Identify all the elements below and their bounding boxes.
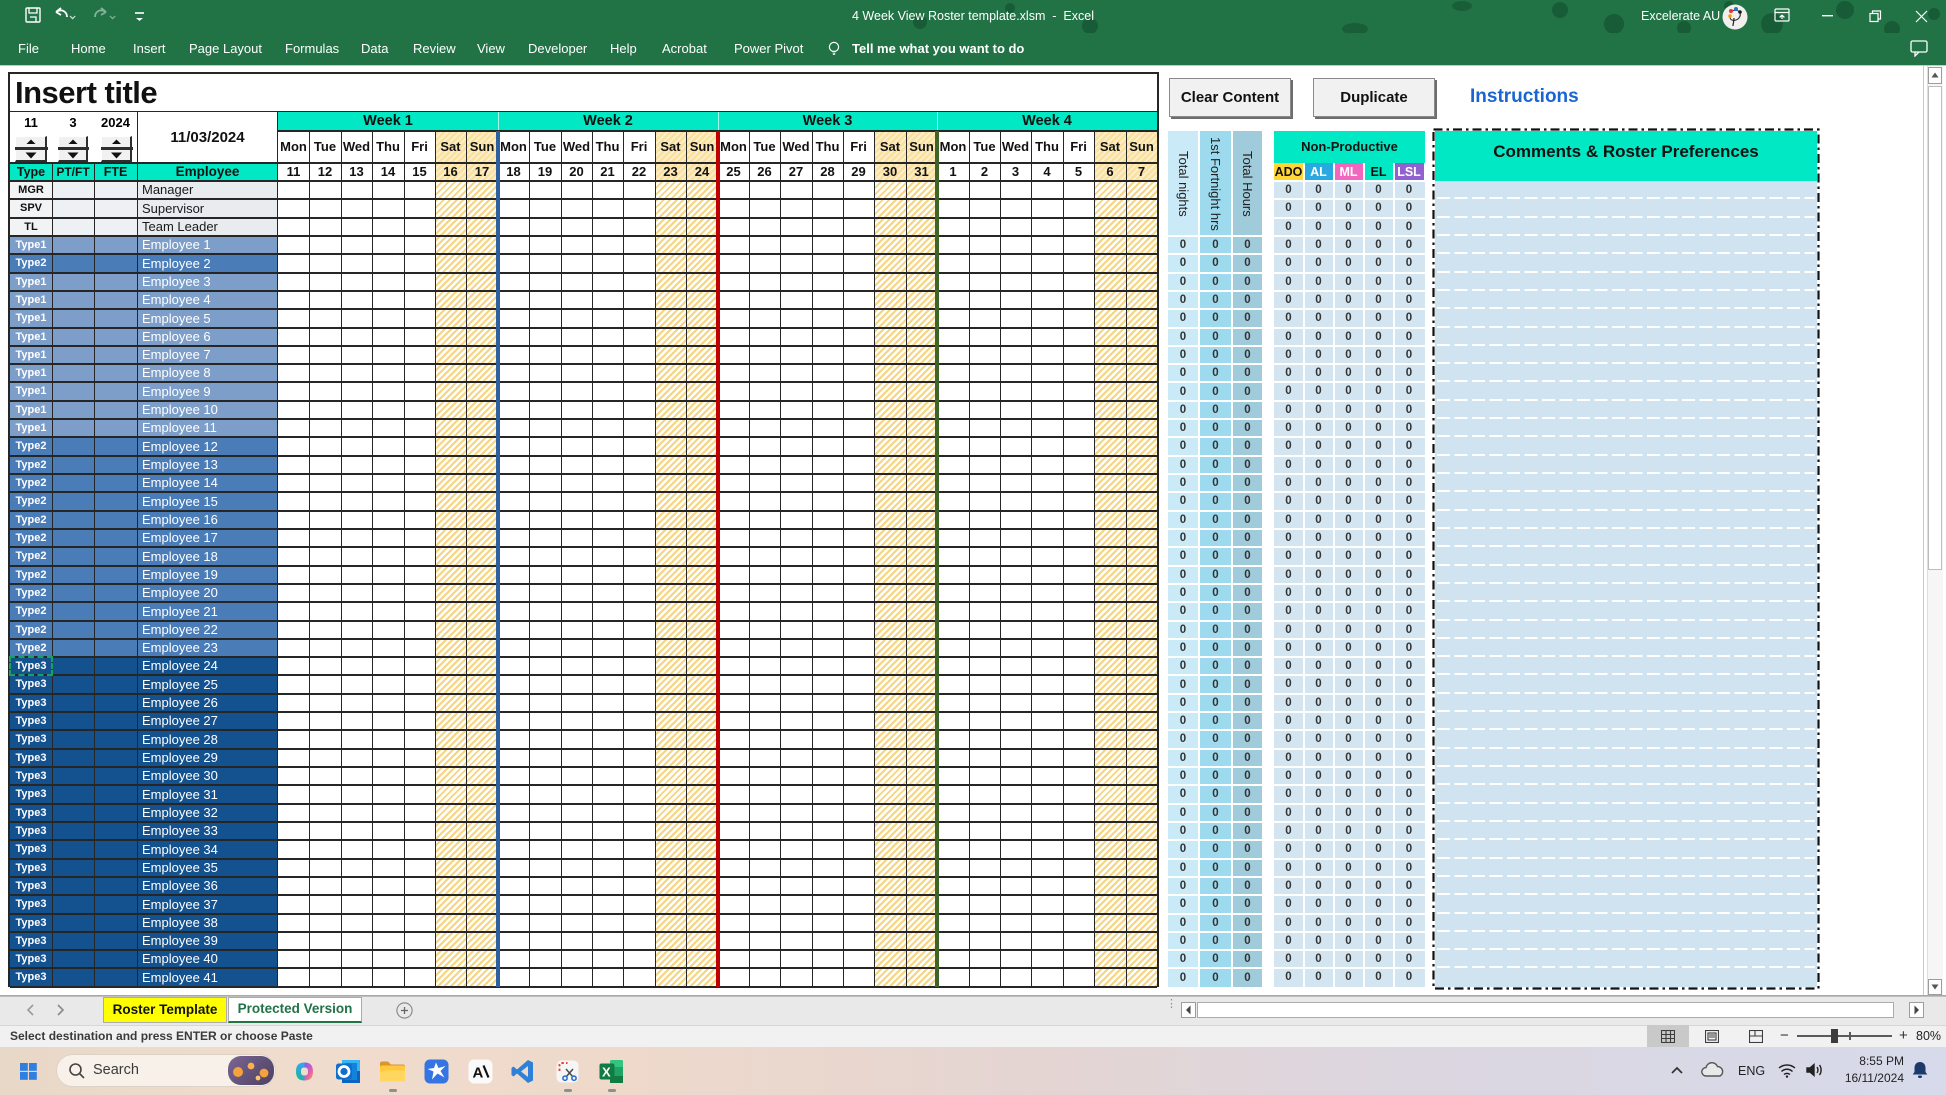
svg-text:A: A	[473, 1065, 484, 1082]
svg-text:X: X	[602, 1065, 611, 1080]
